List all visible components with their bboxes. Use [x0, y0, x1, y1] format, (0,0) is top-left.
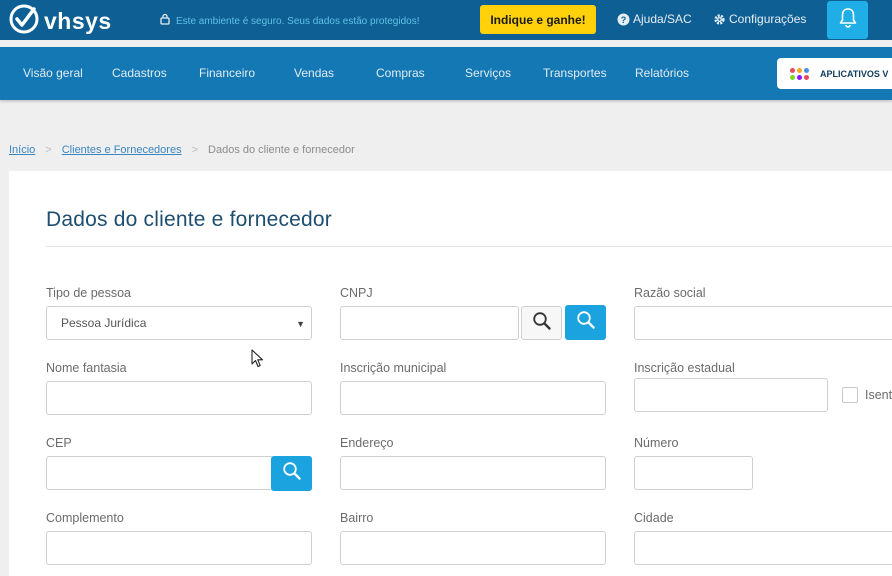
cnpj-lookup-button[interactable]: [565, 305, 606, 340]
cep-search-button[interactable]: [271, 456, 312, 491]
help-label: Ajuda/SAC: [633, 12, 692, 26]
nav-item-servicos[interactable]: Serviços: [465, 66, 511, 80]
endereco-input[interactable]: [340, 456, 606, 490]
indique-button[interactable]: Indique e ganhe!: [480, 5, 596, 34]
nav-item-cadastros[interactable]: Cadastros: [112, 66, 167, 80]
breadcrumb-home-link[interactable]: Início: [9, 144, 35, 156]
razao-social-input[interactable]: [634, 306, 892, 340]
cnpj-search-button[interactable]: [521, 306, 562, 340]
bairro-label: Bairro: [340, 511, 374, 525]
nav-item-visao-geral[interactable]: Visão geral: [23, 66, 83, 80]
secure-notice: Este ambiente é seguro. Seus dados estão…: [160, 12, 420, 30]
tipo-pessoa-value: Pessoa Jurídica: [61, 316, 147, 330]
dropdown-arrow-icon: ▼: [296, 319, 305, 329]
gear-icon: [713, 13, 726, 26]
nome-fantasia-label: Nome fantasia: [46, 361, 127, 375]
endereco-label: Endereço: [340, 436, 394, 450]
apps-grid-icon: [790, 67, 809, 80]
nav-item-vendas[interactable]: Vendas: [294, 66, 334, 80]
complemento-input[interactable]: [46, 531, 312, 565]
cep-label: CEP: [46, 436, 72, 450]
nav-item-financeiro[interactable]: Financeiro: [199, 66, 255, 80]
help-link[interactable]: ? Ajuda/SAC: [617, 12, 692, 26]
apps-button[interactable]: APLICATIVOS V: [777, 58, 892, 89]
inscricao-municipal-label: Inscrição municipal: [340, 361, 447, 375]
numero-input[interactable]: [634, 456, 753, 490]
cep-input[interactable]: [46, 456, 274, 490]
nav-item-compras[interactable]: Compras: [376, 66, 425, 80]
inscricao-estadual-input[interactable]: [634, 378, 828, 412]
breadcrumb-clientes-link[interactable]: Clientes e Fornecedores: [62, 144, 182, 156]
top-bar: vhsys Este ambiente é seguro. Seus dados…: [0, 0, 892, 40]
nav-item-relatorios[interactable]: Relatórios: [635, 66, 689, 80]
inscricao-municipal-input[interactable]: [340, 381, 606, 415]
logo-text: vhsys: [44, 8, 112, 34]
search-icon: [282, 461, 302, 486]
help-icon: ?: [617, 13, 630, 26]
secure-text: Este ambiente é seguro. Seus dados estão…: [176, 15, 420, 27]
cnpj-label: CNPJ: [340, 286, 373, 300]
breadcrumb-current: Dados do cliente e fornecedor: [208, 144, 355, 156]
numero-label: Número: [634, 436, 679, 450]
isento-label: Isent: [865, 388, 892, 402]
breadcrumb-separator: >: [45, 144, 52, 156]
logo-check-icon: [8, 3, 40, 40]
breadcrumb: Início > Clientes e Fornecedores > Dados…: [9, 144, 355, 156]
breadcrumb-separator: >: [191, 144, 199, 156]
tipo-pessoa-select[interactable]: Pessoa Jurídica ▼: [46, 306, 312, 340]
isento-checkbox[interactable]: [842, 387, 858, 403]
lock-icon: [160, 12, 170, 30]
main-nav: Visão geral Cadastros Financeiro Vendas …: [0, 47, 892, 100]
mouse-cursor-icon: [251, 349, 264, 373]
nome-fantasia-input[interactable]: [46, 381, 312, 415]
tipo-pessoa-label: Tipo de pessoa: [46, 286, 132, 300]
search-icon: [532, 311, 552, 336]
vhsys-logo[interactable]: vhsys: [8, 3, 112, 40]
page-title: Dados do cliente e fornecedor: [46, 208, 332, 231]
settings-label: Configurações: [729, 12, 807, 26]
razao-social-label: Razão social: [634, 286, 706, 300]
apps-label: APLICATIVOS V: [820, 68, 889, 79]
cidade-input[interactable]: [634, 531, 892, 565]
nav-item-transportes[interactable]: Transportes: [543, 66, 607, 80]
title-divider: [46, 246, 892, 247]
inscricao-estadual-label: Inscrição estadual: [634, 361, 735, 375]
svg-text:?: ?: [621, 15, 627, 25]
cnpj-input[interactable]: [340, 306, 519, 340]
cidade-label: Cidade: [634, 511, 674, 525]
settings-link[interactable]: Configurações: [713, 12, 806, 26]
bell-icon: [838, 7, 858, 34]
notifications-button[interactable]: [827, 1, 868, 39]
search-icon: [576, 310, 596, 335]
complemento-label: Complemento: [46, 511, 124, 525]
bairro-input[interactable]: [340, 531, 606, 565]
